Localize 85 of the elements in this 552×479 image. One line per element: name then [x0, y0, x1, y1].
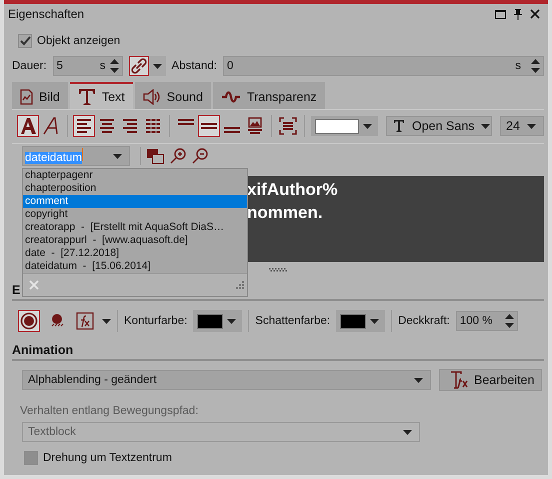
- section-title: E: [12, 283, 20, 297]
- edit-button[interactable]: Bearbeiten: [439, 369, 542, 391]
- valign-middle-icon: [201, 123, 217, 129]
- outline-circle-icon: [20, 312, 38, 330]
- opacity-label: Deckkraft:: [398, 315, 450, 327]
- opacity-field[interactable]: 100 %: [456, 311, 518, 331]
- list-item[interactable]: chapterposition: [23, 182, 247, 195]
- close-icon[interactable]: [530, 9, 540, 19]
- font-icon: [392, 119, 406, 133]
- dropdown-caret-icon: [227, 318, 236, 324]
- spacing-field[interactable]: 0 s: [222, 56, 544, 76]
- dropdown-caret-icon: [363, 124, 372, 128]
- window-title: Eigenschaften: [8, 7, 86, 21]
- dropdown-caret-icon: [370, 318, 380, 324]
- valign-top-icon: [178, 119, 194, 125]
- list-item[interactable]: dateidatum - [15.06.2014]: [23, 260, 247, 273]
- chain-link-icon: [130, 58, 147, 74]
- outline-color-label: Konturfarbe:: [124, 315, 188, 327]
- serif-t-icon: [78, 88, 96, 106]
- list-item[interactable]: creatorappurl - [www.aquasoft.de]: [23, 234, 247, 247]
- list-item[interactable]: chapterpagenr: [23, 169, 247, 182]
- checkbox-label: Objekt anzeigen: [37, 35, 120, 47]
- dropdown-caret-icon: [152, 64, 162, 69]
- animation-dropdown[interactable]: Alphablending - geändert: [22, 370, 431, 390]
- checkbox-label: Drehung um Textzentrum: [43, 452, 172, 464]
- link-button[interactable]: [128, 56, 166, 76]
- zoom-in-icon[interactable]: [170, 148, 186, 164]
- pin-icon[interactable]: [514, 8, 522, 20]
- effect-button[interactable]: [74, 310, 96, 332]
- effect-button[interactable]: [18, 310, 40, 332]
- caret-icon: [527, 124, 536, 128]
- zoom-out-icon[interactable]: [192, 148, 208, 164]
- size-dropdown[interactable]: 24: [500, 116, 544, 136]
- font-dropdown[interactable]: Open Sans: [386, 116, 492, 136]
- section-title: Animation: [12, 343, 74, 357]
- tab[interactable]: Transparenz: [212, 82, 325, 109]
- duration-field[interactable]: 5 s: [52, 56, 123, 76]
- spin-arrows-icon[interactable]: [531, 58, 540, 74]
- tab[interactable]: Bild: [12, 82, 68, 109]
- shadow-color-dropdown[interactable]: [336, 310, 386, 332]
- tab[interactable]: Sound: [134, 82, 211, 109]
- bold-letter-icon: [19, 117, 37, 135]
- dropdown-caret-icon: [102, 318, 111, 324]
- splitter-grip-icon[interactable]: [269, 268, 287, 273]
- tool-button[interactable]: [198, 115, 220, 137]
- resize-grip-icon[interactable]: [236, 281, 244, 289]
- fx-icon: [76, 312, 94, 330]
- tool-button[interactable]: [73, 115, 95, 137]
- layers-icon[interactable]: [147, 148, 164, 164]
- valign-bottom-icon: [224, 127, 240, 133]
- tool-button[interactable]: [277, 115, 299, 137]
- caret-icon: [113, 154, 122, 158]
- path-behaviour-label: Verhalten entlang Bewegungspfad:: [20, 405, 200, 417]
- tool-button[interactable]: [17, 115, 39, 137]
- fit-frame-icon: [279, 117, 297, 135]
- duration-label: Dauer:: [12, 60, 47, 72]
- checkbox[interactable]: [24, 451, 38, 465]
- wave-icon: [220, 88, 241, 104]
- text-fx-icon: [450, 371, 470, 389]
- image-text-icon: [246, 117, 264, 135]
- speaker-icon: [142, 88, 161, 104]
- list-item[interactable]: copyright: [23, 208, 247, 221]
- image-file-icon: [20, 88, 33, 104]
- preview-text: xifAuthor%: [247, 180, 339, 200]
- spacing-label: Abstand:: [172, 60, 217, 72]
- align-left-icon: [75, 117, 93, 135]
- align-justify-icon: [144, 117, 162, 135]
- caret-icon: [480, 124, 490, 128]
- caret-icon: [414, 378, 423, 382]
- tab[interactable]: Text: [70, 82, 133, 109]
- spin-arrows-icon[interactable]: [504, 313, 514, 329]
- spin-arrows-icon[interactable]: [110, 58, 119, 74]
- caret-icon: [403, 430, 412, 434]
- outline-color-dropdown[interactable]: [193, 310, 242, 332]
- italic-letter-icon: [42, 117, 60, 135]
- list-item[interactable]: comment: [23, 195, 247, 208]
- shadow-color-label: Schattenfarbe:: [255, 315, 330, 327]
- align-center-icon: [98, 117, 116, 135]
- color-dropdown[interactable]: [311, 116, 378, 136]
- list-item[interactable]: creatorapp - [Erstellt mit AquaSoft DiaS…: [23, 221, 247, 234]
- checkbox[interactable]: [18, 34, 32, 48]
- list-item[interactable]: date - [27.12.2018]: [23, 247, 247, 260]
- preview-text: nommen.: [247, 203, 324, 223]
- align-right-icon: [121, 117, 139, 135]
- maximize-icon[interactable]: [495, 10, 506, 18]
